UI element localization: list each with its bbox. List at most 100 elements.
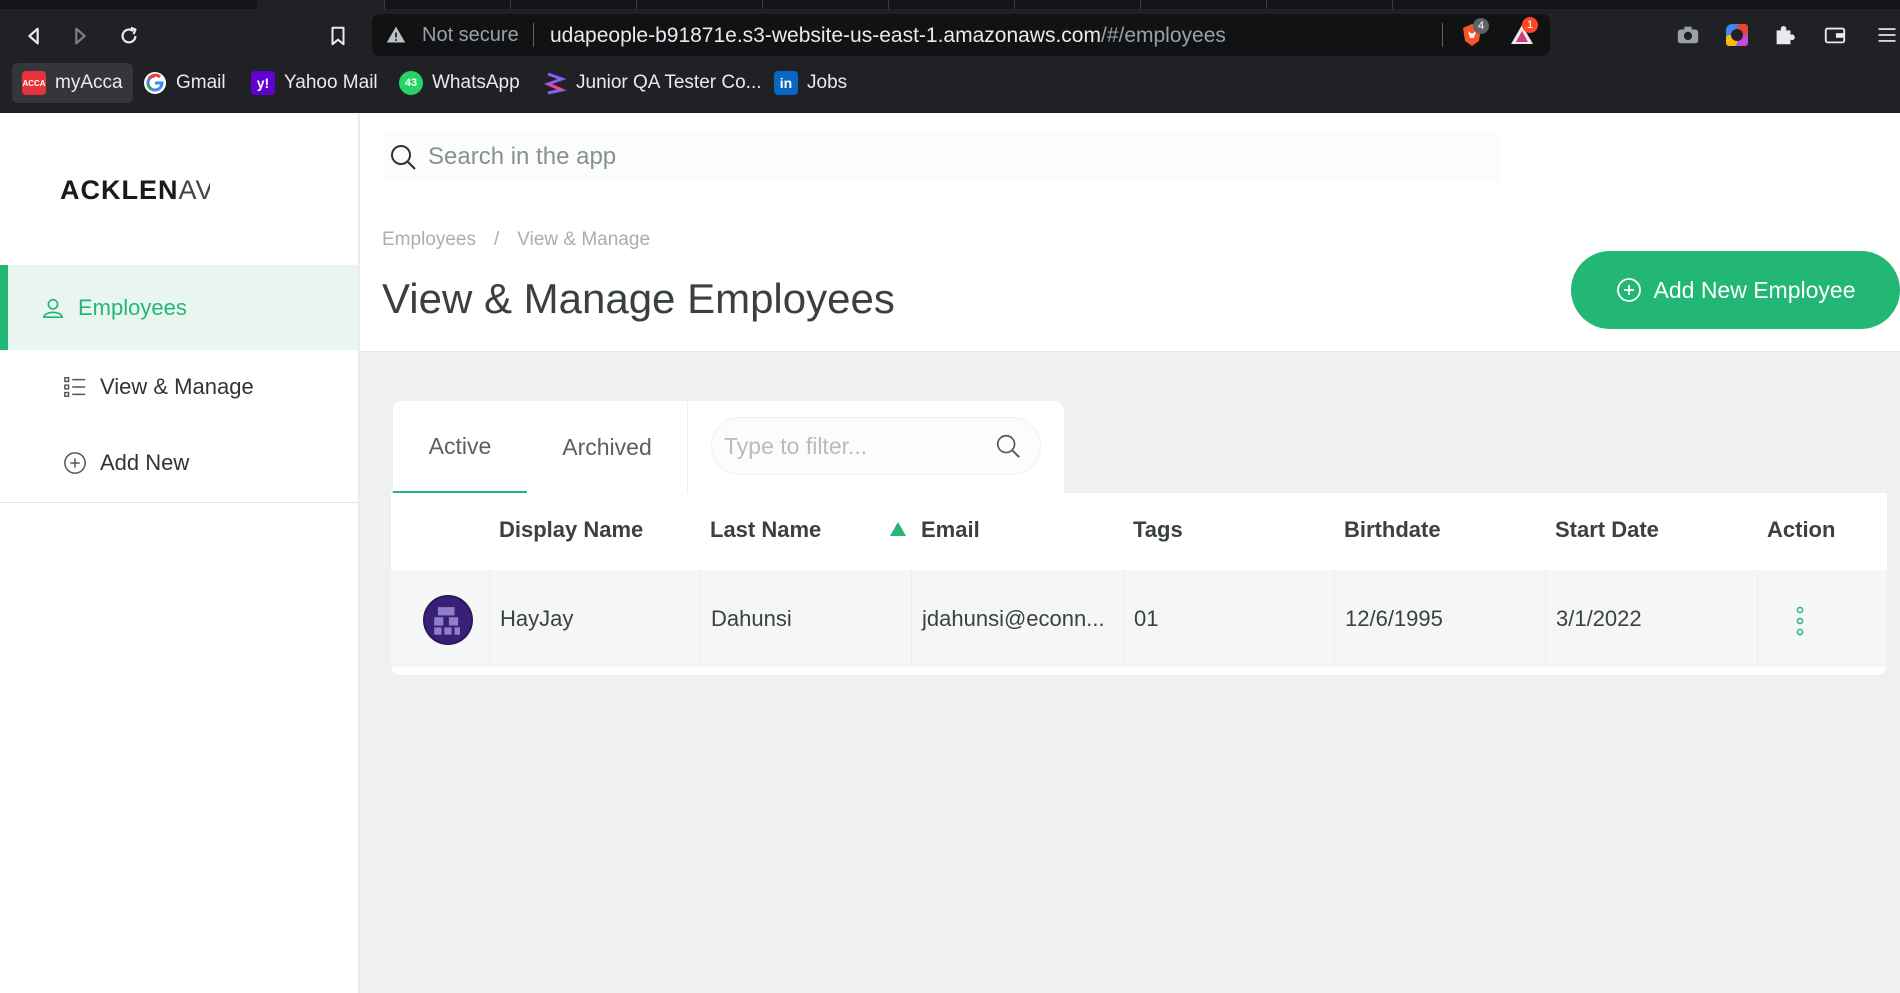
column-header-last-name[interactable]: Last Name — [710, 517, 821, 543]
url-path: /#/employees — [1100, 24, 1226, 47]
table-header: Display Name Last Name Email Tags Birthd… — [391, 493, 1887, 570]
reload-button[interactable] — [115, 22, 143, 50]
tab-archived[interactable]: Archived — [527, 401, 687, 493]
cell-action — [1757, 570, 1887, 667]
employees-table: Display Name Last Name Email Tags Birthd… — [391, 493, 1887, 675]
bookmark-label: Gmail — [176, 72, 226, 93]
page-header: Employees / View & Manage View & Manage … — [360, 215, 1900, 352]
cell-last-name: Dahunsi — [700, 570, 911, 667]
bookmark-jobs[interactable]: in Jobs — [764, 63, 857, 103]
forward-icon — [75, 27, 86, 45]
brave-rewards-button[interactable]: 1 — [1509, 17, 1538, 48]
breadcrumb-employees[interactable]: Employees — [382, 229, 476, 251]
logo-text: ACKLEN — [60, 175, 179, 205]
cell-email: jdahunsi@econn... — [911, 570, 1123, 667]
sidebar-item-label: View & Manage — [100, 374, 254, 399]
address-divider — [533, 23, 534, 47]
brave-shield-button[interactable]: 4 — [1459, 18, 1489, 48]
column-header-action: Action — [1767, 517, 1836, 542]
bookmark-gmail[interactable]: Gmail — [133, 63, 236, 103]
column-header-birthdate[interactable]: Birthdate — [1344, 517, 1441, 543]
sidebar-item-label: Add New — [100, 450, 190, 475]
url-text[interactable]: udapeople-b91871e.s3-website-us-east-1.a… — [550, 24, 1226, 48]
screenshot-button[interactable] — [1675, 22, 1701, 48]
breadcrumb: Employees / View & Manage — [382, 229, 650, 251]
back-button[interactable] — [20, 22, 48, 50]
cell-display-name: HayJay — [489, 570, 700, 667]
plus-circle-icon — [62, 450, 88, 476]
hamburger-icon — [1878, 28, 1896, 42]
cell-start-date: 3/1/2022 — [1545, 570, 1757, 667]
reload-icon — [121, 26, 137, 44]
status-tabs: Active Archived — [393, 401, 687, 493]
plus-circle-icon — [1616, 278, 1641, 302]
column-header-display-name[interactable]: Display Name — [499, 517, 643, 543]
bookmark-junior-qa[interactable]: Junior QA Tester Co... — [533, 63, 772, 103]
table-row[interactable]: HayJay Dahunsi jdahunsi@econn... 01 12/6… — [391, 570, 1887, 667]
extensions-button[interactable] — [1771, 22, 1797, 48]
puzzle-icon — [1776, 26, 1795, 45]
bookmark-label: WhatsApp — [432, 72, 520, 93]
tab-strip — [0, 0, 1900, 9]
bookmark-icon — [331, 26, 345, 46]
filter-box — [711, 417, 1041, 475]
wallet-icon — [1824, 27, 1846, 44]
column-header-email[interactable]: Email — [921, 517, 980, 543]
sidebar-item-employees[interactable]: Employees — [0, 265, 358, 350]
forward-button[interactable] — [66, 22, 94, 50]
search-icon — [391, 145, 416, 170]
app-search — [384, 132, 1500, 182]
add-button-label: Add New Employee — [1653, 276, 1856, 303]
app-logo[interactable]: ACKLENAV — [60, 175, 210, 206]
browser-toolbar: Not secure udapeople-b91871e.s3-website-… — [0, 14, 1900, 58]
camera-icon — [1677, 26, 1699, 44]
column-header-start-date[interactable]: Start Date — [1555, 517, 1659, 543]
filter-input[interactable] — [724, 432, 994, 460]
wallet-button[interactable] — [1822, 22, 1848, 48]
bookmark-label: Junior QA Tester Co... — [576, 72, 762, 93]
sidebar-divider — [0, 502, 358, 503]
acca-icon: ACCA — [22, 71, 46, 95]
bookmarks-bar: ACCA myAcca Gmail y! Yahoo Mail 43 Whats… — [0, 63, 1900, 105]
not-secure-label[interactable]: Not secure — [422, 24, 519, 47]
logo-text-thin: AV — [178, 175, 211, 205]
bookmark-myacca[interactable]: ACCA myAcca — [12, 63, 133, 103]
page-title: View & Manage Employees — [382, 275, 895, 322]
sort-ascending-icon[interactable] — [890, 522, 906, 536]
list-icon — [62, 374, 88, 400]
bookmark-label: myAcca — [55, 72, 123, 93]
sidebar-item-label: Employees — [78, 294, 187, 320]
breadcrumb-separator: / — [494, 229, 500, 250]
avatar — [423, 595, 473, 645]
address-bar[interactable]: Not secure udapeople-b91871e.s3-website-… — [372, 14, 1550, 56]
bookmark-whatsapp[interactable]: 43 WhatsApp — [389, 63, 530, 103]
url-host: udapeople-b91871e.s3-website-us-east-1.a… — [550, 24, 1101, 47]
color-extension-button[interactable] — [1724, 22, 1750, 48]
browser-chrome: Not secure udapeople-b91871e.s3-website-… — [0, 0, 1900, 113]
shield-count-badge: 4 — [1473, 18, 1489, 34]
menu-button[interactable] — [1874, 22, 1900, 48]
bookmark-page-button[interactable] — [324, 22, 352, 50]
add-new-employee-button[interactable]: Add New Employee — [1571, 251, 1900, 329]
bookmark-label: Yahoo Mail — [284, 72, 378, 93]
cell-birthdate: 12/6/1995 — [1334, 570, 1545, 667]
app-topbar — [360, 113, 1900, 215]
whatsapp-icon: 43 — [399, 71, 423, 95]
breadcrumb-view-manage[interactable]: View & Manage — [517, 229, 650, 251]
search-input[interactable] — [428, 143, 1428, 171]
sidebar: ACKLENAV Employees View & Manage Add New — [0, 113, 359, 993]
rewards-count-badge: 1 — [1522, 17, 1538, 33]
active-browser-tab[interactable] — [257, 0, 384, 9]
user-icon — [40, 295, 66, 321]
column-header-tags[interactable]: Tags — [1133, 517, 1183, 543]
more-options-icon[interactable] — [1795, 606, 1805, 636]
yahoo-icon: y! — [251, 71, 275, 95]
cell-tags: 01 — [1123, 570, 1334, 667]
filter-panel — [688, 401, 1064, 493]
search-icon[interactable] — [994, 432, 1022, 460]
linkedin-icon: in — [774, 71, 798, 95]
sidebar-item-view-manage[interactable]: View & Manage — [0, 359, 358, 415]
tab-active[interactable]: Active — [393, 401, 527, 493]
sidebar-item-add-new[interactable]: Add New — [0, 435, 358, 491]
bookmark-yahoo-mail[interactable]: y! Yahoo Mail — [241, 63, 388, 103]
